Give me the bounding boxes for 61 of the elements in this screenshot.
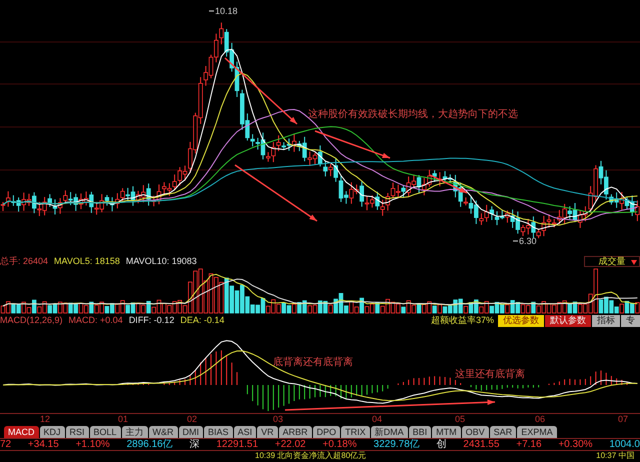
date-label: 02 [187, 415, 198, 424]
macd-readout: MACD: +0.04 [68, 316, 123, 325]
indicator-tab[interactable]: EXPMA [517, 426, 557, 438]
parameter-button[interactable]: 专 [621, 314, 640, 326]
quote-value: +1.10% [76, 440, 110, 450]
news-item: 10:37 中国 [596, 452, 634, 460]
indicator-tab[interactable]: RSI [66, 426, 89, 438]
volume-readout: MAVOL5: 18158 [54, 256, 120, 266]
indicator-tab[interactable]: ARBR [278, 426, 312, 438]
indicator-tab[interactable]: SAR [490, 426, 516, 438]
chart-annotation: 这种股价有效跌破长期均线，大趋势向下的不选 [308, 109, 518, 120]
indicator-tab[interactable]: OBV [462, 426, 489, 438]
quote-value: 72 [0, 440, 12, 450]
indicator-tab[interactable]: 新DMA [370, 426, 408, 438]
quote-value: +7.16 [516, 440, 542, 450]
quote-value: 创 [436, 440, 446, 450]
quote-value: 12291.51 [216, 440, 258, 450]
quote-value: +22.02 [274, 440, 306, 450]
date-label: 03 [273, 415, 284, 424]
quote-value: 3229.78亿 [374, 440, 420, 450]
date-label: 05 [455, 415, 466, 424]
macd-readout: DIFF: -0.12 [128, 316, 174, 325]
chart-annotation: 底背离还有底背离 [273, 357, 353, 368]
quote-value: 2431.55 [463, 440, 500, 450]
indicator-tab[interactable]: TRIX [341, 426, 370, 438]
quote-value: +0.18% [322, 440, 357, 450]
date-label: 06 [535, 415, 546, 424]
quote-value: 1004.0 [609, 440, 640, 450]
indicator-tab[interactable]: BIAS [204, 426, 233, 438]
quote-value: 2896.16亿 [126, 440, 173, 450]
chart-annotation: 这里还有底背离 [455, 369, 525, 380]
indicator-tab[interactable]: MTM [432, 426, 461, 438]
volume-readout: 总手: 26404 [0, 256, 48, 266]
date-label: 04 [372, 415, 382, 424]
news-item: 10:39 北向资金净流入超80亿元 [255, 452, 366, 460]
price-label: 6.30 [519, 236, 537, 246]
parameter-button[interactable]: 默认参数 [545, 314, 591, 326]
indicator-tab[interactable]: VR [257, 426, 278, 438]
indicator-tab[interactable]: MACD [4, 426, 38, 438]
excess-return-label: 超额收益率37% [430, 316, 494, 325]
macd-readout: DEA: -0.14 [180, 316, 224, 325]
indicator-tab[interactable]: BBI [408, 426, 432, 438]
indicator-dropdown[interactable]: 成交量 [584, 256, 640, 267]
price-label: 10.18 [215, 6, 238, 16]
quote-value: 深 [190, 440, 200, 450]
quote-value: +34.15 [28, 440, 59, 450]
parameter-button[interactable]: 优选参数 [498, 314, 544, 326]
date-label: 01 [118, 415, 128, 424]
indicator-tab[interactable]: BOLL [90, 426, 121, 438]
indicator-tab[interactable]: ASI [234, 426, 256, 438]
volume-readout: MAVOL10: 19083 [126, 256, 197, 266]
date-label: 12 [40, 415, 50, 424]
indicator-tab[interactable]: KDJ [40, 426, 65, 438]
indicator-tab[interactable]: DPO [312, 426, 340, 438]
date-label: 07 [618, 415, 628, 424]
quote-value: +0.30% [558, 440, 593, 450]
macd-readout: MACD(12,26,9) [0, 316, 63, 325]
indicator-tab[interactable]: 主力 [122, 426, 148, 438]
indicator-tab[interactable]: W&R [148, 426, 178, 438]
parameter-button[interactable]: 指标 [592, 314, 620, 326]
indicator-tab[interactable]: DMI [178, 426, 204, 438]
